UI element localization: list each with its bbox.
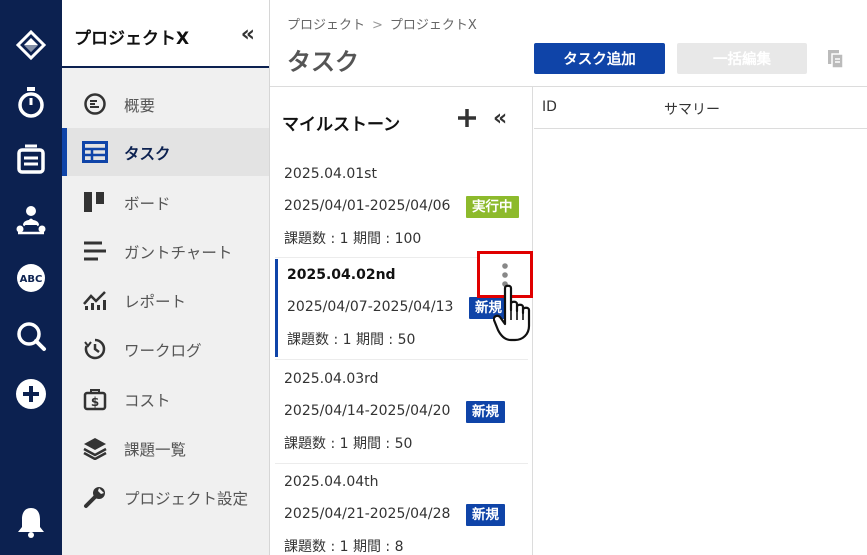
search-icon[interactable] (11, 316, 51, 356)
page-title: タスク (287, 48, 359, 76)
milestone-title: マイルストーン (282, 115, 401, 135)
sidebar-item-issues[interactable]: 課題一覧 (62, 424, 269, 472)
stopwatch-icon[interactable] (11, 82, 51, 122)
sidebar-item-label: ガントチャート (124, 244, 233, 262)
status-badge: 新規 (466, 401, 505, 423)
copy-icon[interactable] (826, 48, 846, 70)
logo-icon[interactable] (11, 25, 51, 65)
milestone-name: 2025.04.04th (284, 474, 379, 490)
add-circle-icon[interactable] (11, 374, 51, 414)
app-rail: ABC (0, 0, 62, 555)
svg-text:ABC: ABC (20, 274, 43, 285)
task-table-header: ID サマリー (534, 87, 867, 129)
milestone-count: 課題数 : 1 期間 : 8 (284, 539, 404, 555)
sidebar-item-label: ボード (124, 195, 171, 213)
milestone-collapse-button[interactable]: « (493, 106, 507, 131)
milestone-item[interactable]: 2025.04.04th 2025/04/21-2025/04/28 新規 課題… (275, 466, 528, 555)
board-icon (82, 190, 108, 214)
sidebar-item-worklog[interactable]: ワークログ (62, 325, 269, 373)
sidebar-item-label: 課題一覧 (124, 441, 187, 459)
column-header-id[interactable]: ID (542, 99, 557, 115)
milestone-name: 2025.04.01st (284, 166, 377, 182)
inbox-icon[interactable] (11, 140, 51, 180)
sidebar-collapse-button[interactable]: « (241, 22, 255, 47)
layers-icon (82, 436, 108, 460)
gantt-icon (82, 239, 108, 263)
breadcrumb-item[interactable]: プロジェクト (287, 18, 365, 33)
project-header: プロジェクトX « (62, 0, 269, 68)
add-milestone-icon[interactable] (456, 107, 478, 129)
milestone-count: 課題数 : 1 期間 : 50 (284, 436, 413, 452)
bulk-edit-button[interactable]: 一括編集 (677, 43, 807, 74)
project-name: プロジェクトX (74, 29, 190, 49)
milestone-item[interactable]: 2025.04.03rd 2025/04/14-2025/04/20 新規 課題… (275, 363, 528, 461)
status-badge: 新規 (466, 504, 505, 526)
team-icon[interactable] (11, 200, 51, 240)
svg-text:$: $ (91, 395, 99, 409)
cost-icon: $ (82, 387, 108, 411)
milestone-dates: 2025/04/21-2025/04/28 (284, 506, 451, 522)
milestone-count: 課題数 : 1 期間 : 50 (287, 332, 416, 348)
table-icon (82, 140, 108, 164)
milestone-dates: 2025/04/01-2025/04/06 (284, 198, 451, 214)
milestone-count: 課題数 : 1 期間 : 100 (284, 231, 422, 247)
milestone-name: 2025.04.03rd (284, 371, 379, 387)
sidebar-item-label: レポート (124, 293, 187, 311)
worklog-icon (82, 337, 108, 361)
wrench-icon (82, 485, 108, 509)
milestone-name: 2025.04.02nd (287, 267, 396, 283)
sidebar-item-report[interactable]: レポート (62, 276, 269, 324)
status-badge: 実行中 (466, 196, 519, 218)
milestone-item[interactable]: 2025.04.01st 2025/04/01-2025/04/06 実行中 課… (275, 158, 528, 256)
milestone-dates: 2025/04/07-2025/04/13 (287, 299, 454, 315)
sidebar-item-overview[interactable]: 概要 (62, 80, 269, 128)
sidebar-item-cost[interactable]: $ コスト (62, 375, 269, 423)
sidebar-item-gantt[interactable]: ガントチャート (62, 227, 269, 275)
sidebar-item-board[interactable]: ボード (62, 178, 269, 226)
bell-icon[interactable] (11, 502, 51, 542)
overview-icon (82, 92, 108, 116)
sidebar-item-label: ワークログ (124, 342, 202, 360)
abc-icon[interactable]: ABC (11, 258, 51, 298)
sidebar-item-label: プロジェクト設定 (124, 490, 249, 508)
add-task-button[interactable]: タスク追加 (534, 43, 665, 74)
breadcrumb-item[interactable]: プロジェクトX (390, 18, 477, 33)
sidebar-item-label: 概要 (124, 97, 156, 115)
divider (275, 359, 528, 360)
column-header-summary[interactable]: サマリー (664, 99, 720, 119)
sidebar-item-label: タスク (124, 145, 171, 163)
milestone-dates: 2025/04/14-2025/04/20 (284, 403, 451, 419)
breadcrumb: プロジェクト > プロジェクトX (287, 14, 477, 33)
divider (275, 463, 528, 464)
report-icon (82, 288, 108, 312)
hand-cursor-icon (492, 284, 535, 344)
breadcrumb-separator: > (372, 18, 383, 33)
sidebar-item-label: コスト (124, 392, 171, 410)
sidebar-item-tasks[interactable]: タスク (62, 128, 269, 176)
project-sidebar: プロジェクトX « 概要 タスク ボード ガントチャート レポート ワークログ … (62, 0, 270, 555)
sidebar-item-project-settings[interactable]: プロジェクト設定 (62, 473, 269, 521)
